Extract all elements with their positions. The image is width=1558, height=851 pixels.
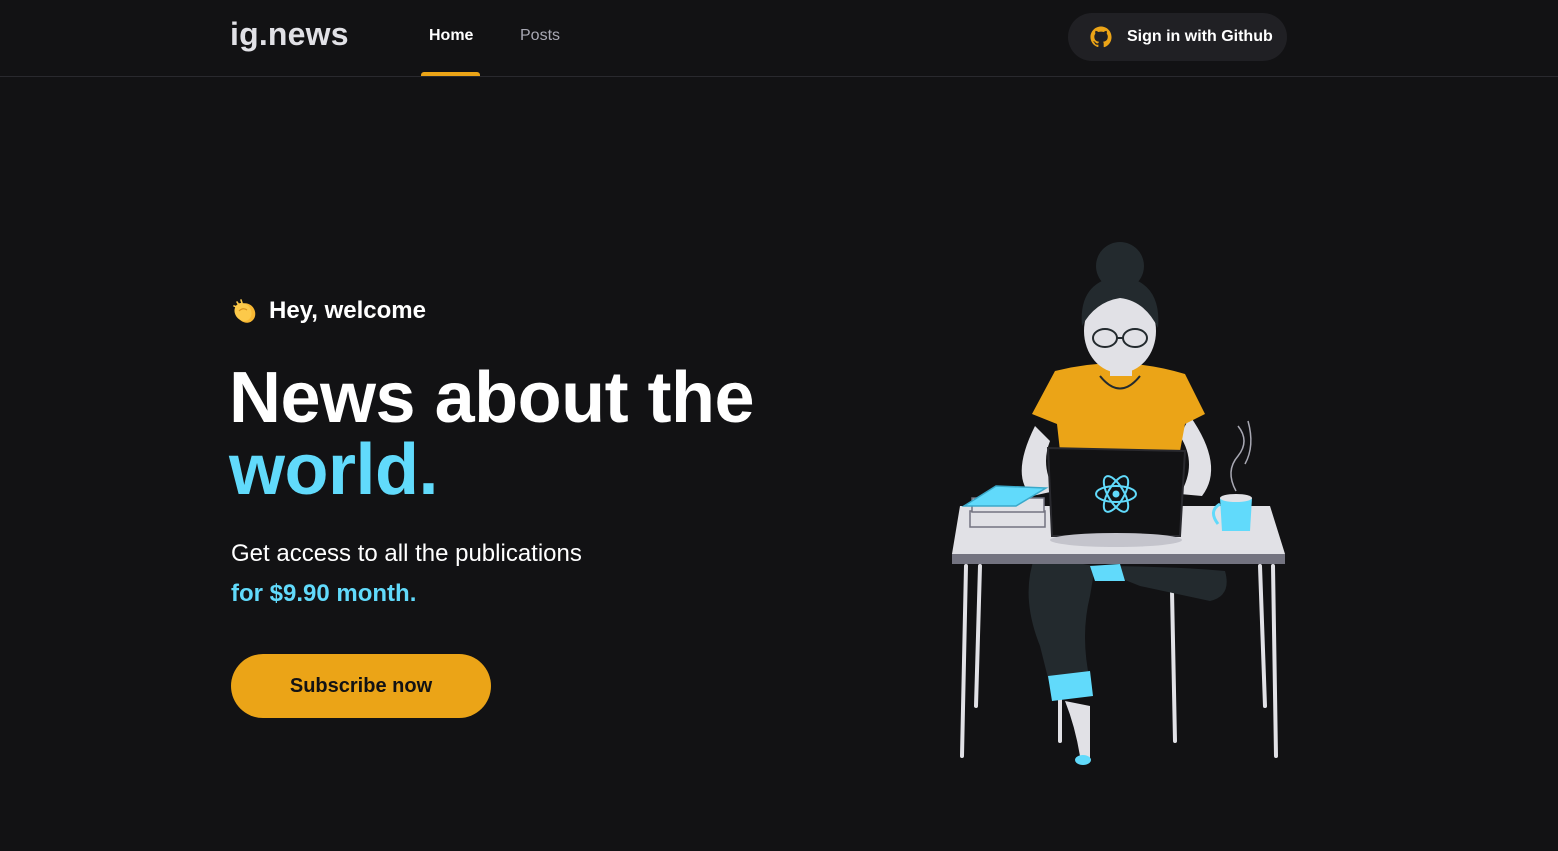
welcome-text: Hey, welcome <box>269 297 426 324</box>
clapping-hands-icon <box>233 299 256 323</box>
price-text: for $9.90 month. <box>231 580 417 607</box>
subscribe-button[interactable]: Subscribe now <box>231 654 491 718</box>
nav-posts-link[interactable]: Posts <box>520 27 560 45</box>
sign-in-label: Sign in with Github <box>1127 28 1273 45</box>
headline-line1: News about the <box>229 358 755 438</box>
logo[interactable]: ig.news <box>230 16 349 53</box>
github-icon <box>1090 26 1112 48</box>
active-nav-indicator <box>421 72 480 76</box>
sign-in-github-button[interactable]: Sign in with Github <box>1068 13 1287 61</box>
headline-accent: world. <box>229 430 439 510</box>
nav-home-link[interactable]: Home <box>429 27 473 45</box>
welcome-row: Hey, welcome <box>231 297 426 325</box>
headline: News about the world. <box>229 362 755 506</box>
top-header: ig.news Home Posts Sign in with Github <box>0 0 1558 77</box>
woman-at-laptop-illustration <box>952 242 1285 765</box>
subtitle: Get access to all the publications <box>231 540 582 567</box>
